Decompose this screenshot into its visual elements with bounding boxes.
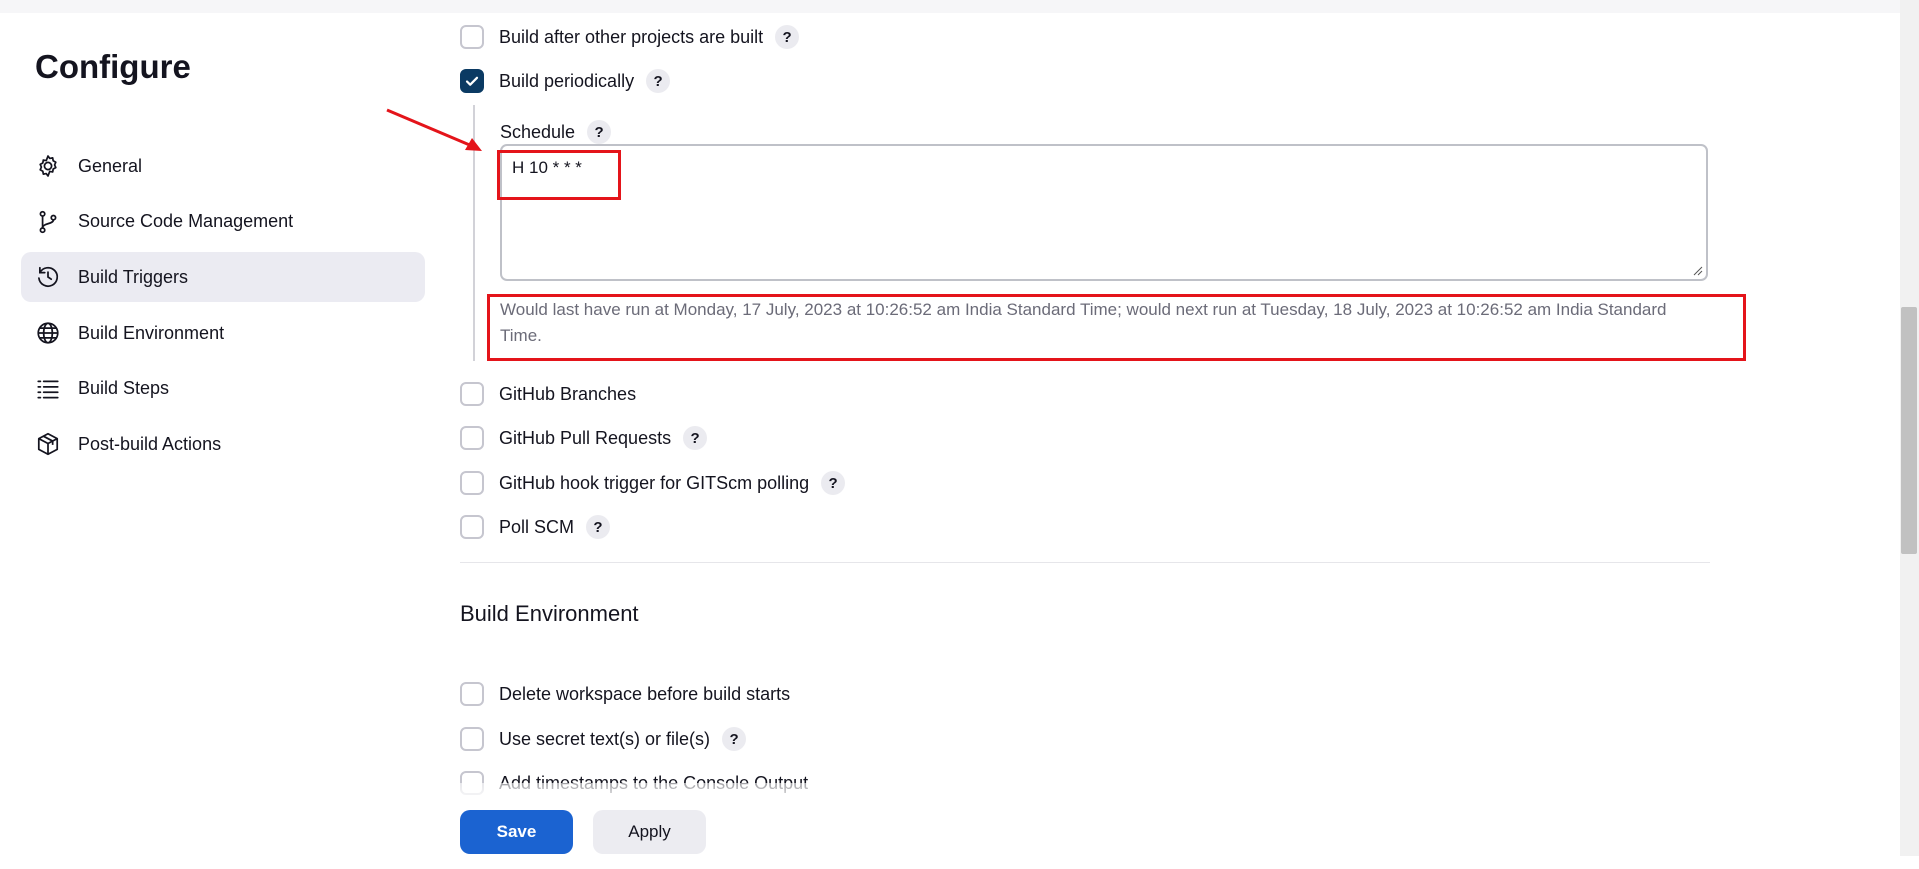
build-after-other-checkbox[interactable] [460,25,484,49]
checkmark-icon [465,76,479,86]
schedule-textarea[interactable]: H 10 * * * [500,144,1708,281]
section-title-build-environment: Build Environment [460,601,639,626]
scrollbar-thumb[interactable] [1901,307,1917,554]
use-secret-checkbox[interactable] [460,727,484,751]
sidebar-item-general[interactable]: General [21,141,425,191]
section-divider [460,562,1710,563]
schedule-label-row: Schedule ? [500,118,612,146]
github-hook-checkbox[interactable] [460,471,484,495]
sidebar-item-build-environment[interactable]: Build Environment [21,308,425,358]
trigger-build-after-other: Build after other projects are built ? [460,23,800,51]
help-icon[interactable]: ? [586,515,611,539]
package-icon [35,431,61,457]
main-content: Build after other projects are built ? B… [460,13,1760,869]
schedule-help-text: Would last have run at Monday, 17 July, … [500,300,1667,345]
help-icon[interactable]: ? [683,426,708,450]
gear-icon [35,153,61,179]
sidebar-item-label: Build Environment [78,322,225,343]
sidebar-item-build-triggers[interactable]: Build Triggers [21,252,425,303]
build-after-other-label: Build after other projects are built [499,26,764,47]
trigger-github-hook: GitHub hook trigger for GITScm polling ? [460,469,846,497]
sidebar-item-label: Source Code Management [78,211,294,232]
github-hook-label: GitHub hook trigger for GITScm polling [499,472,810,493]
help-icon[interactable]: ? [722,727,747,751]
github-pull-requests-label: GitHub Pull Requests [499,427,672,448]
sidebar: Configure General Source Code Management… [0,13,440,856]
poll-scm-checkbox[interactable] [460,515,484,539]
poll-scm-label: Poll SCM [499,516,575,537]
clock-icon [35,264,61,290]
help-icon[interactable]: ? [821,471,846,495]
sidebar-item-label: General [78,155,143,176]
globe-icon [35,320,61,346]
sidebar-item-post-build-actions[interactable]: Post-build Actions [21,419,425,469]
build-periodically-checkbox[interactable] [460,69,484,93]
delete-workspace-label: Delete workspace before build starts [499,683,791,704]
github-pull-requests-checkbox[interactable] [460,426,484,450]
sidebar-nav: General Source Code Management Build Tri… [21,141,425,475]
schedule-label: Schedule [500,121,576,142]
apply-button[interactable]: Apply [593,810,706,854]
schedule-value: H 10 * * * [512,158,582,177]
use-secret-label: Use secret text(s) or file(s) [499,728,711,749]
build-periodically-label: Build periodically [499,70,635,91]
trigger-github-pull-requests: GitHub Pull Requests ? [460,424,708,452]
env-use-secret: Use secret text(s) or file(s) ? [460,725,747,753]
sidebar-item-label: Build Triggers [78,266,189,287]
delete-workspace-checkbox[interactable] [460,682,484,706]
help-icon[interactable]: ? [587,120,612,144]
help-icon[interactable]: ? [775,25,800,49]
list-icon [35,376,61,402]
sidebar-item-source-code-management[interactable]: Source Code Management [21,197,425,247]
trigger-github-branches: GitHub Branches [460,380,636,408]
resize-grip-icon[interactable] [1693,266,1703,276]
github-branches-checkbox[interactable] [460,382,484,406]
top-bar [0,0,1900,13]
branch-icon [35,209,61,235]
github-branches-label: GitHub Branches [499,383,637,404]
annotation-arrow-icon [386,108,482,151]
trigger-poll-scm: Poll SCM ? [460,513,611,541]
sidebar-item-label: Post-build Actions [78,433,222,454]
page-title: Configure [35,48,191,85]
sidebar-item-build-steps[interactable]: Build Steps [21,364,425,414]
help-icon[interactable]: ? [646,69,671,93]
sidebar-item-label: Build Steps [78,378,170,399]
save-button[interactable]: Save [460,810,573,854]
env-delete-workspace: Delete workspace before build starts [460,680,790,708]
trigger-build-periodically: Build periodically ? [460,67,671,95]
